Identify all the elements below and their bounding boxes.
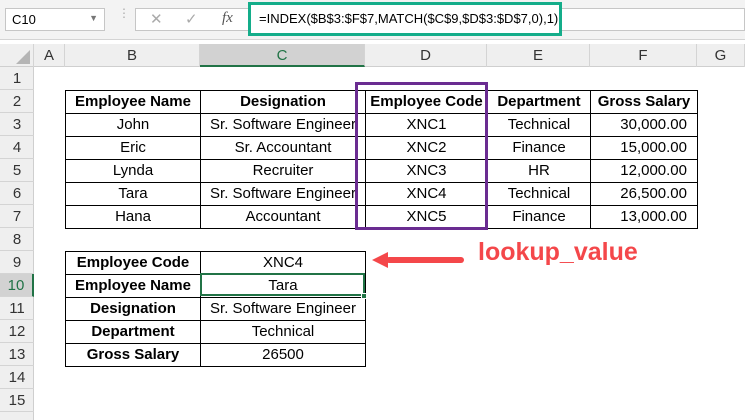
enter-icon[interactable]: ✓ [185, 10, 198, 28]
row-header-1[interactable]: 1 [0, 67, 34, 90]
table-cell[interactable]: Finance [487, 136, 591, 160]
table-cell[interactable]: Accountant [200, 205, 366, 229]
result-label-cell[interactable]: Employee Code [65, 251, 201, 275]
row-headers: 1 2 3 4 5 6 7 8 9 10 11 12 13 14 15 [0, 67, 34, 420]
table-cell[interactable]: John [65, 113, 201, 137]
column-header-b[interactable]: B [65, 44, 200, 67]
result-value-cell[interactable]: 26500 [200, 343, 366, 367]
table-cell[interactable]: Sr. Accountant [200, 136, 366, 160]
column-header-e[interactable]: E [487, 44, 590, 67]
table-cell[interactable]: Tara [65, 182, 201, 206]
column-header-f[interactable]: F [590, 44, 697, 67]
table-header-cell[interactable]: Department [487, 90, 591, 114]
row-header-7[interactable]: 7 [0, 205, 34, 228]
result-value-cell[interactable]: Sr. Software Engineer [200, 297, 366, 321]
select-all-button[interactable] [0, 44, 34, 67]
row-header-11[interactable]: 11 [0, 297, 34, 320]
table-cell[interactable]: Technical [487, 182, 591, 206]
table-cell[interactable]: 26,500.00 [590, 182, 698, 206]
row-header-5[interactable]: 5 [0, 159, 34, 182]
selected-cell-c10[interactable] [200, 273, 365, 296]
row-header-9[interactable]: 9 [0, 251, 34, 274]
arrow-left-icon [372, 252, 464, 268]
name-box-value: C10 [12, 12, 36, 27]
table-cell[interactable]: Technical [487, 113, 591, 137]
table-header-cell[interactable]: Gross Salary [590, 90, 698, 114]
table-cell[interactable]: 30,000.00 [590, 113, 698, 137]
row-header-8[interactable]: 8 [0, 228, 34, 251]
row-header-13[interactable]: 13 [0, 343, 34, 366]
table-cell[interactable]: Recruiter [200, 159, 366, 183]
chevron-down-icon[interactable]: ▼ [89, 13, 98, 23]
employee-code-highlight-box [355, 82, 488, 230]
result-label-cell[interactable]: Gross Salary [65, 343, 201, 367]
column-header-d[interactable]: D [365, 44, 487, 67]
table-cell[interactable]: Hana [65, 205, 201, 229]
formula-text[interactable]: =INDEX($B$3:$F$7,MATCH($C$9,$D$3:$D$7,0)… [248, 2, 562, 36]
lookup-value-annotation: lookup_value [478, 238, 638, 266]
table-cell[interactable]: Sr. Software Engineer [200, 182, 366, 206]
row-header-14[interactable]: 14 [0, 366, 34, 389]
result-value-cell[interactable]: Technical [200, 320, 366, 344]
column-header-g[interactable]: G [697, 44, 745, 67]
table-cell[interactable]: Finance [487, 205, 591, 229]
table-cell[interactable]: 15,000.00 [590, 136, 698, 160]
function-icon[interactable]: fx [222, 10, 233, 27]
name-box[interactable]: C10 ▼ [5, 8, 105, 31]
table-cell[interactable]: Sr. Software Engineer [200, 113, 366, 137]
table-header-cell[interactable]: Designation [200, 90, 366, 114]
result-label-cell[interactable]: Department [65, 320, 201, 344]
table-cell[interactable]: 12,000.00 [590, 159, 698, 183]
result-value-cell[interactable]: XNC4 [200, 251, 366, 275]
row-header-12[interactable]: 12 [0, 320, 34, 343]
table-header-cell[interactable]: Employee Name [65, 90, 201, 114]
row-header-2[interactable]: 2 [0, 90, 34, 113]
table-cell[interactable]: Lynda [65, 159, 201, 183]
cancel-icon[interactable]: ✕ [150, 10, 163, 28]
column-header-c[interactable]: C [200, 44, 365, 67]
fill-handle[interactable] [361, 293, 367, 299]
table-cell[interactable]: 13,000.00 [590, 205, 698, 229]
row-header-4[interactable]: 4 [0, 136, 34, 159]
row-header-15[interactable]: 15 [0, 389, 34, 412]
row-header-10[interactable]: 10 [0, 274, 34, 297]
row-header-6[interactable]: 6 [0, 182, 34, 205]
result-label-cell[interactable]: Designation [65, 297, 201, 321]
column-headers: A B C D E F G [0, 44, 745, 67]
table-cell[interactable]: Eric [65, 136, 201, 160]
row-header-3[interactable]: 3 [0, 113, 34, 136]
result-label-cell[interactable]: Employee Name [65, 274, 201, 298]
table-cell[interactable]: HR [487, 159, 591, 183]
column-header-a[interactable]: A [34, 44, 65, 67]
drag-handle-icon[interactable]: ⋮ [118, 7, 130, 19]
